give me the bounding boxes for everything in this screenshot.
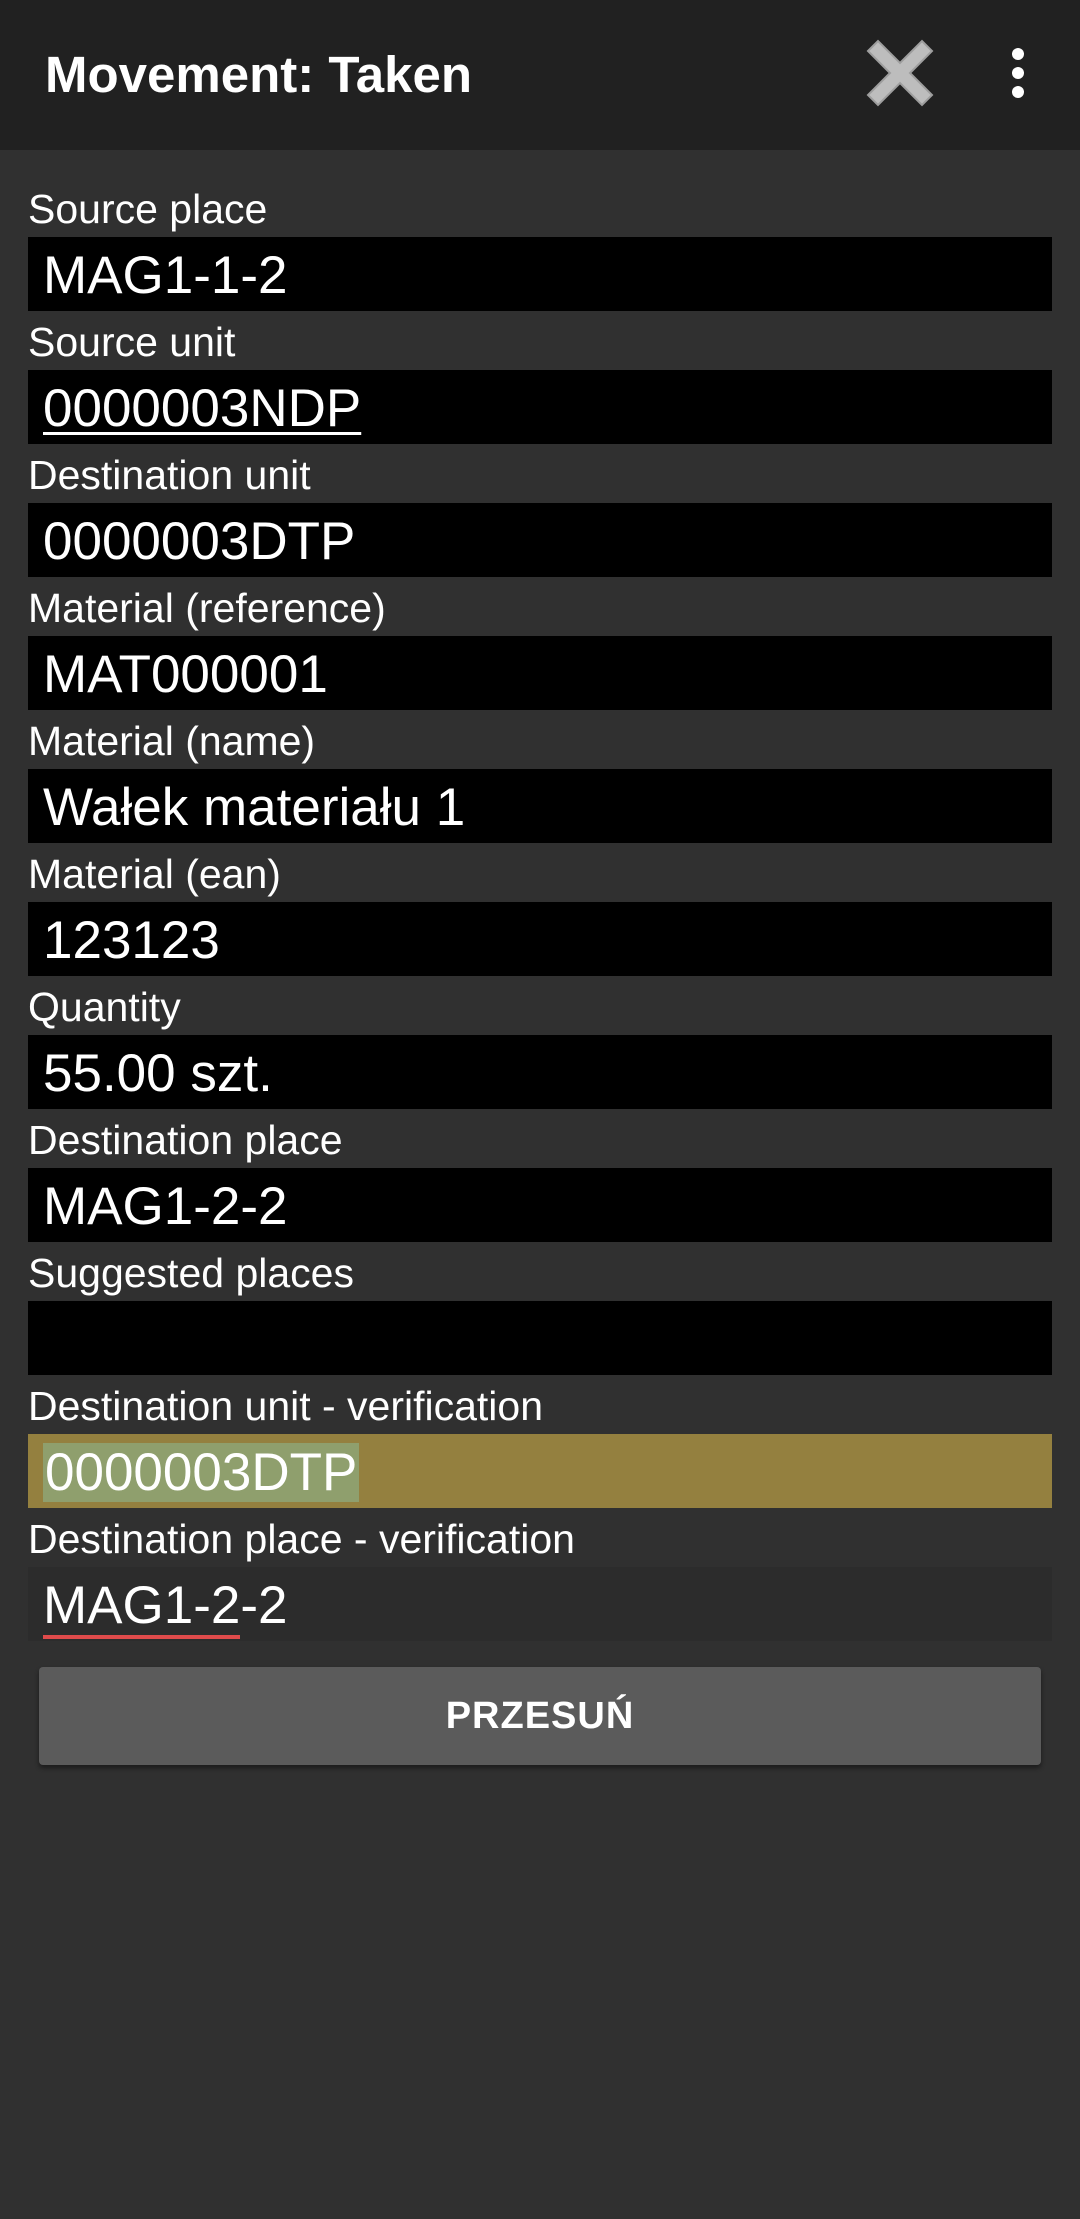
material-ean-label: Material (ean) [28,851,281,897]
destination-unit-verification-label: Destination unit - verification [28,1383,544,1429]
destination-unit-verification-value: 0000003DTP [43,1443,360,1502]
spellcheck-marked-text: MAG1-2 [43,1576,241,1639]
destination-place-verification-label: Destination place - verification [28,1516,575,1562]
destination-unit-verification-text: 0000003DTP [43,1434,360,1512]
destination-unit-label: Destination unit [28,452,311,498]
przesun-button[interactable]: PRZESUŃ [39,1667,1041,1765]
destination-place-verification-rest: -2 [240,1576,288,1635]
destination-place-verification-text: MAG1-2-2 [43,1567,287,1645]
app-bar: Movement: Taken [0,0,1080,150]
source-unit-label: Source unit [28,319,236,365]
material-name-label: Material (name) [28,718,316,764]
source-unit-value: 0000003NDP [43,379,362,438]
source-place-label: Source place [28,186,268,232]
quantity-field[interactable]: 55.00 szt. [28,1035,1052,1109]
material-reference-value: MAT000001 [43,645,328,704]
more-vert-icon[interactable] [990,40,1046,110]
material-name-field[interactable]: Wałek materiału 1 [28,769,1052,843]
material-reference-label: Material (reference) [28,585,386,631]
destination-place-verification-input[interactable]: MAG1-2-2 [28,1567,1052,1641]
source-place-value: MAG1-1-2 [43,246,288,305]
material-ean-field[interactable]: 123123 [28,902,1052,976]
quantity-value: 55.00 szt. [43,1044,273,1103]
close-x-icon[interactable] [860,33,940,113]
destination-place-label: Destination place [28,1117,343,1163]
material-ean-value: 123123 [43,911,220,970]
destination-place-field[interactable]: MAG1-2-2 [28,1168,1052,1242]
page-title: Movement: Taken [45,46,472,103]
material-reference-field[interactable]: MAT000001 [28,636,1052,710]
source-place-field[interactable]: MAG1-1-2 [28,237,1052,311]
destination-unit-verification-input[interactable]: 0000003DTP [28,1434,1052,1508]
quantity-label: Quantity [28,984,181,1030]
destination-unit-field[interactable]: 0000003DTP [28,503,1052,577]
suggested-places-label: Suggested places [28,1250,354,1296]
material-name-value: Wałek materiału 1 [43,778,466,837]
destination-place-value: MAG1-2-2 [43,1177,288,1236]
source-unit-field[interactable]: 0000003NDP [28,370,1052,444]
destination-unit-value: 0000003DTP [43,512,356,571]
suggested-places-field[interactable] [28,1301,1052,1375]
